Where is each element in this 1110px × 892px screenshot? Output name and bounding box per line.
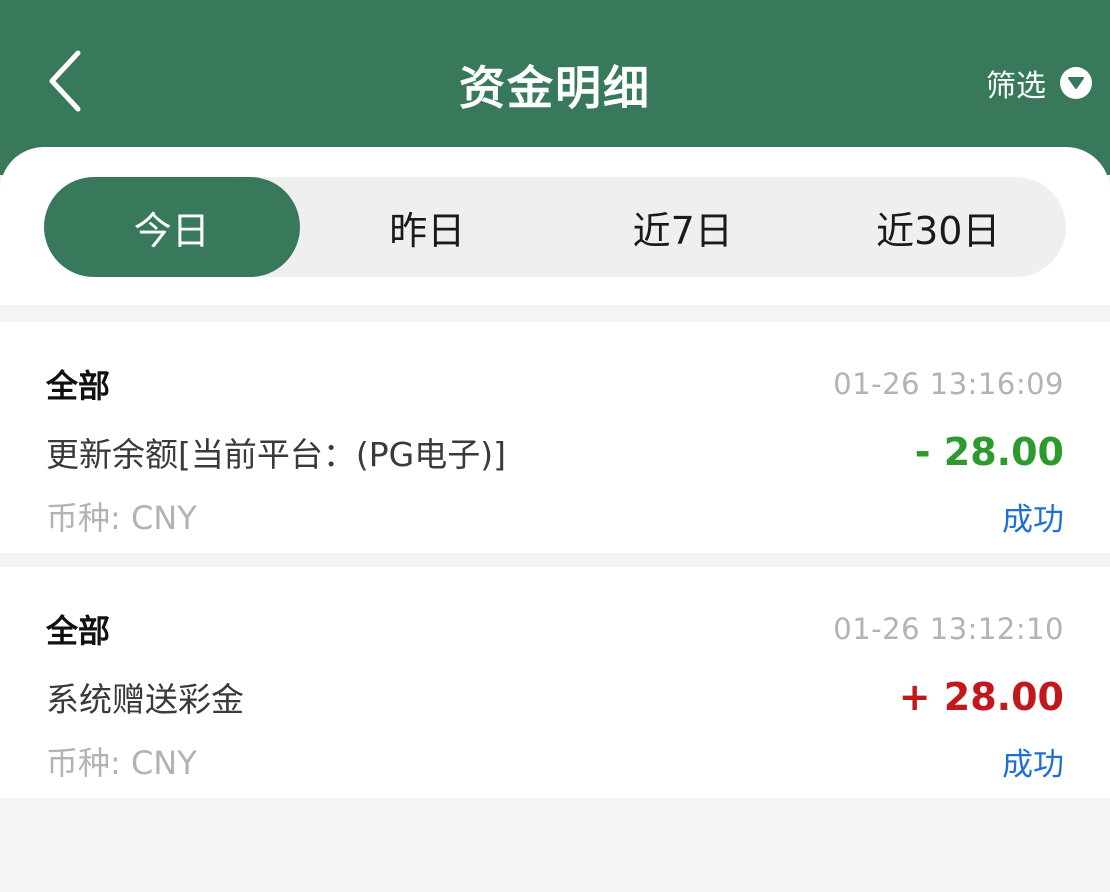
record-description: 更新余额[当前平台：(PG电子)]	[46, 435, 506, 474]
record-type: 全部	[46, 612, 111, 650]
caret-down-circle-icon	[1060, 67, 1092, 99]
tab-last-7-days[interactable]: 近7日	[555, 177, 811, 277]
tab-yesterday[interactable]: 昨日	[300, 177, 556, 277]
date-tab-panel: 今日 昨日 近7日 近30日	[0, 147, 1110, 305]
transaction-record[interactable]: 全部 01-26 13:12:10 系统赠送彩金 + 28.00 币种: CNY…	[0, 567, 1110, 798]
record-type: 全部	[46, 367, 111, 405]
tab-last-30-days[interactable]: 近30日	[811, 177, 1067, 277]
filter-button[interactable]: 筛选	[986, 60, 1092, 106]
page-title: 资金明细	[459, 61, 651, 115]
record-description: 系统赠送彩金	[46, 680, 244, 719]
record-status: 成功	[1002, 501, 1064, 538]
record-amount: + 28.00	[898, 675, 1064, 719]
record-currency: 币种: CNY	[46, 499, 197, 537]
filter-label: 筛选	[986, 69, 1046, 104]
date-tab-bar: 今日 昨日 近7日 近30日	[44, 177, 1066, 277]
transaction-record[interactable]: 全部 01-26 13:16:09 更新余额[当前平台：(PG电子)] - 28…	[0, 322, 1110, 553]
record-time: 01-26 13:16:09	[833, 367, 1064, 401]
record-amount: - 28.00	[914, 430, 1064, 474]
tab-today[interactable]: 今日	[44, 177, 300, 277]
record-status: 成功	[1002, 746, 1064, 783]
record-time: 01-26 13:12:10	[833, 612, 1064, 646]
record-currency: 币种: CNY	[46, 744, 197, 782]
